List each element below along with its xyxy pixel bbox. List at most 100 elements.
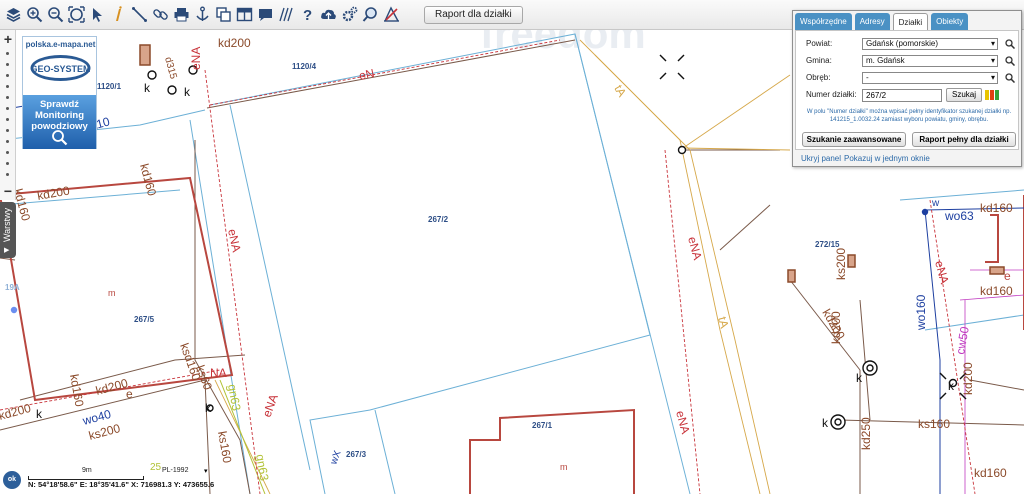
layers-panel-tab[interactable]: Warstwy ▶	[0, 202, 16, 258]
zoom-in-button[interactable]: +	[0, 32, 16, 46]
reset-icon[interactable]	[381, 2, 402, 28]
promo-banner[interactable]: Sprawdź Monitoring powodziowy	[23, 95, 96, 149]
cloud-upload-icon[interactable]	[318, 2, 339, 28]
zoom-level-dot[interactable]	[6, 151, 9, 154]
zoom-level-dot[interactable]	[6, 74, 9, 77]
layers-tab-label: Warstwy	[2, 207, 12, 242]
svg-text:k: k	[822, 416, 829, 430]
svg-text:e: e	[126, 387, 133, 401]
full-extent-icon[interactable]	[66, 2, 87, 28]
zoom-level-dot[interactable]	[6, 173, 9, 176]
single-window-link[interactable]: Pokazuj w jednym oknie	[844, 154, 930, 163]
layers-icon[interactable]	[3, 2, 24, 28]
parcel-report-button[interactable]: Raport dla działki	[424, 5, 523, 24]
measure-icon[interactable]	[129, 2, 150, 28]
comment-icon[interactable]	[255, 2, 276, 28]
svg-text:NA: NA	[210, 366, 227, 380]
zoom-slider[interactable]: + −	[0, 30, 16, 200]
hide-panel-link[interactable]: Ukryj panel	[801, 154, 841, 163]
svg-text:kd200: kd200	[36, 183, 71, 203]
crs-select[interactable]: PL-1992	[162, 467, 188, 474]
parcel-search-panel: Współrzędne Adresy Działki Obiekty Powia…	[792, 10, 1022, 167]
print-icon[interactable]	[171, 2, 192, 28]
zoom-level-dot[interactable]	[6, 85, 9, 88]
tab-objects[interactable]: Obiekty	[931, 13, 969, 30]
search-icon[interactable]	[1005, 73, 1015, 83]
color-swatch-yellow[interactable]	[985, 90, 989, 100]
chevron-down-icon: ▾	[990, 39, 995, 48]
hatch-icon[interactable]	[276, 2, 297, 28]
zoom-in-icon[interactable]	[24, 2, 45, 28]
full-report-button[interactable]: Raport pełny dla działki	[912, 132, 1016, 147]
svg-text:d315: d315	[162, 56, 178, 81]
expand-arrow-icon: ▶	[4, 247, 10, 254]
zoom-out-button[interactable]: −	[0, 184, 16, 198]
zoom-level-dot[interactable]	[6, 63, 9, 66]
layout-icon[interactable]	[234, 2, 255, 28]
parcel-number-label: Numer działki:	[806, 90, 857, 99]
zoom-out-icon[interactable]	[45, 2, 66, 28]
svg-text:k: k	[144, 81, 151, 95]
svg-text:eN: eN	[358, 66, 376, 83]
copy-icon[interactable]	[213, 2, 234, 28]
parcel-label-1120-4: 1120/4	[292, 62, 317, 71]
zoom-level-dot[interactable]	[6, 96, 9, 99]
obreb-label: Obręb:	[806, 73, 831, 82]
help-icon[interactable]: ?	[297, 2, 318, 28]
svg-text:w: w	[931, 198, 940, 209]
tab-parcels[interactable]: Działki	[892, 13, 929, 30]
powiat-label: Powiat:	[806, 39, 833, 48]
logo-text: GEO-SYSTEM	[30, 64, 90, 74]
search-icon[interactable]	[1005, 56, 1015, 66]
tab-coordinates[interactable]: Współrzędne	[795, 13, 852, 30]
zoom-level-dot[interactable]	[6, 107, 9, 110]
zoom-level-dot[interactable]	[6, 52, 9, 55]
zoom-level-dot[interactable]	[6, 129, 9, 132]
anchor-icon[interactable]	[192, 2, 213, 28]
cursor-coordinates: N: 54°18'58.6" E: 18°35'41.6" X: 716981.…	[28, 480, 215, 489]
svg-text:ks160: ks160	[215, 430, 234, 464]
info-icon[interactable]	[108, 2, 129, 28]
ok-button[interactable]: ok	[3, 471, 21, 489]
svg-text:eNA: eNA	[189, 47, 203, 70]
chevron-down-icon[interactable]: ▾	[204, 467, 208, 475]
obreb-select[interactable]: - ▾	[862, 72, 998, 84]
search-button[interactable]: Szukaj	[946, 88, 982, 102]
svg-text:kd200: kd200	[829, 311, 843, 344]
svg-text:k: k	[948, 379, 955, 393]
parcel-number-input[interactable]: 267/2	[862, 89, 942, 102]
svg-text:ks160: ks160	[918, 417, 950, 431]
svg-text:eNA: eNA	[685, 235, 705, 261]
search-map-icon[interactable]	[360, 2, 381, 28]
promo-line-1: Sprawdź	[39, 99, 80, 110]
scale-label: 9m	[82, 467, 92, 474]
link-icon[interactable]	[150, 2, 171, 28]
chevron-down-icon: ▾	[990, 73, 995, 82]
pointer-icon[interactable]	[87, 2, 108, 28]
parcel-label-272-15: 272/15	[815, 240, 840, 249]
svg-text:kd200: kd200	[218, 36, 251, 50]
advanced-search-button[interactable]: Szukanie zaawansowane	[802, 132, 906, 147]
tab-addresses[interactable]: Adresy	[854, 13, 890, 30]
svg-text:kd160: kd160	[980, 201, 1013, 215]
panel-body: Powiat: Gdańsk (pomorskie) ▾ Gmina: m. G…	[795, 30, 1019, 150]
search-icon[interactable]	[1005, 39, 1015, 49]
color-swatch-red[interactable]	[990, 90, 994, 100]
powiat-select[interactable]: Gdańsk (pomorskie) ▾	[862, 38, 998, 50]
svg-text:eNA: eNA	[673, 409, 693, 435]
zoom-level-dot[interactable]	[6, 118, 9, 121]
gmina-select[interactable]: m. Gdańsk ▾	[862, 55, 998, 67]
svg-text:eNA: eNA	[260, 392, 281, 419]
flood-monitoring-promo[interactable]: polska.e-mapa.net GEO-SYSTEM Sprawdź Mon…	[22, 36, 97, 149]
status-bar: ok 9m PL-1992 ▾ N: 54°18'58.6" E: 18°35'…	[0, 464, 1024, 494]
svg-text:kd200: kd200	[0, 401, 33, 423]
color-swatch-green[interactable]	[995, 90, 999, 100]
promo-line-2: Monitoring	[34, 110, 85, 121]
zoom-level-dot[interactable]	[6, 140, 9, 143]
settings-icon[interactable]	[339, 2, 360, 28]
zoom-level-dot[interactable]	[6, 162, 9, 165]
svg-text:k: k	[36, 407, 43, 421]
chevron-down-icon: ▾	[990, 56, 995, 65]
svg-text:?: ?	[303, 7, 312, 23]
svg-text:ks200: ks200	[834, 248, 848, 280]
